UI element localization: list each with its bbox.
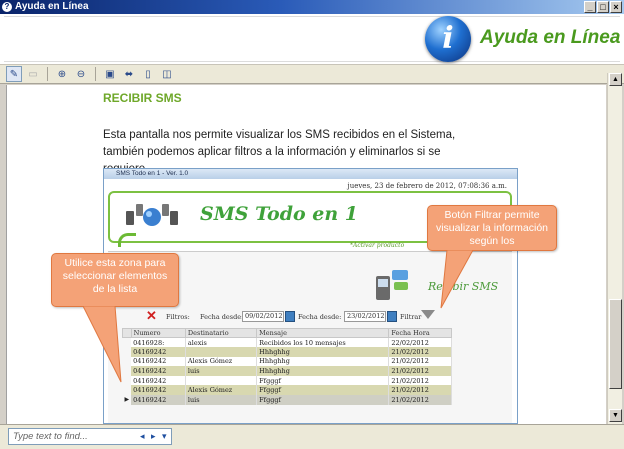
- column-header-fecha: Fecha Hora: [388, 328, 452, 338]
- cell-fecha: 21/02/2012: [388, 385, 452, 396]
- table-header-row: Numero Destinatario Mensaje Fecha Hora: [122, 328, 452, 338]
- minimize-button[interactable]: _: [584, 1, 596, 13]
- callout-select-zone: Utilice esta zona para seleccionar eleme…: [51, 253, 179, 307]
- two-page-icon[interactable]: ◫: [159, 66, 175, 82]
- cell-destinatario: [185, 375, 258, 386]
- cell-destinatario: Alexis Gómez: [185, 385, 258, 396]
- table-row: 04169242 Ffgggf 21/02/2012: [122, 375, 452, 386]
- callout-tail-left: [82, 306, 122, 383]
- table-row: 04169242 Hhhghhg 21/02/2012: [122, 347, 452, 357]
- fit-page-icon[interactable]: ▣: [102, 66, 118, 82]
- cell-mensaje: Ffgggf: [256, 395, 390, 405]
- column-header-destinatario: Destinatario: [184, 328, 258, 338]
- scroll-thumb[interactable]: [609, 299, 622, 389]
- find-prev-icon[interactable]: ◂: [140, 429, 145, 443]
- toolbar-separator: [47, 67, 48, 81]
- cell-destinatario: [185, 347, 258, 357]
- fecha-desde-label: Fecha desde:: [200, 313, 244, 321]
- window-controls: _ □ ×: [584, 1, 622, 13]
- filter-funnel-icon: [421, 310, 435, 319]
- find-input[interactable]: Type text to find...: [8, 428, 172, 445]
- window-title: Ayuda en Línea: [15, 1, 89, 12]
- close-button[interactable]: ×: [610, 1, 622, 13]
- filters-label: Filtros:: [166, 313, 190, 321]
- viewer-toolbar: ✎ ▭ ⊕ ⊖ ▣ ⬌ ▯ ◫: [0, 64, 624, 84]
- row-marker: [122, 385, 132, 396]
- cell-mensaje: Ffgggf: [256, 385, 390, 396]
- table-row: 04169242 Alexis Gómez Hhhghhg 21/02/2012: [122, 356, 452, 367]
- section-title: RECIBIR SMS: [103, 91, 182, 105]
- cell-fecha: 21/02/2012: [388, 375, 452, 386]
- back-arrow-icon: [118, 233, 136, 247]
- find-options-icon[interactable]: ▾: [162, 429, 167, 443]
- help-title: Ayuda en Línea: [480, 27, 621, 48]
- vertical-scrollbar[interactable]: ▲ ▼: [607, 73, 622, 424]
- column-header-numero: Numero: [130, 328, 186, 338]
- window-titlebar: ? Ayuda en Línea _ □ ×: [0, 0, 624, 14]
- cell-mensaje: Hhhghhg: [256, 366, 390, 376]
- document-view: RECIBIR SMS Esta pantalla nos permite vi…: [6, 85, 606, 424]
- table-row: 0416928: alexis Recibidos los 10 mensaje…: [122, 337, 452, 348]
- cell-fecha: 21/02/2012: [388, 356, 452, 367]
- cell-numero: 04169242: [131, 366, 186, 376]
- help-header: i Ayuda en Línea: [0, 14, 624, 64]
- zoom-in-icon[interactable]: ⊕: [54, 66, 70, 82]
- cell-destinatario: luis: [185, 366, 258, 376]
- help-app-icon: ?: [2, 2, 12, 12]
- back-icon[interactable]: ▭: [25, 66, 41, 82]
- cell-numero: 04169242: [131, 347, 186, 357]
- cell-mensaje: Hhhghhg: [256, 356, 390, 367]
- shot-app-title: SMS Todo en 1: [200, 203, 359, 225]
- shot-activar-link: *Activar producto: [350, 242, 405, 249]
- scroll-down-icon[interactable]: ▼: [609, 409, 622, 422]
- cell-fecha: 21/02/2012: [388, 366, 452, 376]
- shot-window-title: SMS Todo en 1 - Ver. 1.0: [104, 169, 517, 179]
- cell-fecha: 21/02/2012: [388, 347, 452, 357]
- date-to-field: 23/02/2012: [344, 311, 386, 322]
- cell-numero: 0416928:: [131, 337, 186, 348]
- cell-numero: 04169242: [131, 385, 186, 396]
- cell-fecha: 21/02/2012: [388, 395, 452, 405]
- table-row: 04169242 luis Hhhghhg 21/02/2012: [122, 366, 452, 376]
- cell-numero: 04169242: [131, 395, 186, 405]
- cell-destinatario: alexis: [185, 337, 258, 348]
- sms-phone-icon: [376, 270, 408, 300]
- callout-tail-right: [440, 250, 474, 309]
- column-header-mensaje: Mensaje: [256, 328, 390, 338]
- zoom-out-icon[interactable]: ⊖: [73, 66, 89, 82]
- calendar-icon: [387, 311, 397, 322]
- delete-icon: ✕: [146, 308, 157, 323]
- cell-numero: 04169242: [131, 375, 186, 386]
- single-page-icon[interactable]: ▯: [140, 66, 156, 82]
- row-pointer-icon: ▶: [122, 395, 132, 405]
- scroll-up-icon[interactable]: ▲: [609, 73, 622, 86]
- cell-mensaje: Recibidos los 10 mensajes: [256, 337, 390, 348]
- filtrar-label: Filtrar: [400, 313, 422, 321]
- shot-filter-row: ✕ Filtros: Fecha desde: 09/02/2012 Fecha…: [108, 308, 512, 326]
- fecha-hasta-label: Fecha desde:: [298, 313, 342, 321]
- find-next-icon[interactable]: ▸: [151, 429, 156, 443]
- maximize-button[interactable]: □: [597, 1, 609, 13]
- info-icon: i: [425, 16, 471, 62]
- table-row-selected: ▶ 04169242 luis Ffgggf 21/02/2012: [122, 395, 452, 405]
- cell-mensaje: Hhhghhg: [256, 347, 390, 357]
- cell-numero: 04169242: [131, 356, 186, 367]
- fit-width-icon[interactable]: ⬌: [121, 66, 137, 82]
- cell-destinatario: Alexis Gómez: [185, 356, 258, 367]
- phones-globe-icon: [126, 204, 178, 226]
- toolbar-separator: [95, 67, 96, 81]
- hide-pane-icon[interactable]: ✎: [6, 66, 22, 82]
- shot-date: jueves, 23 de febrero de 2012, 07:08:36 …: [347, 182, 507, 190]
- cell-destinatario: luis: [185, 395, 258, 405]
- calendar-icon: [285, 311, 295, 322]
- cell-mensaje: Ffgggf: [256, 375, 390, 386]
- find-bar: Type text to find... ◂ ▸ ▾: [0, 424, 624, 449]
- date-from-field: 09/02/2012: [242, 311, 284, 322]
- callout-filter-button: Botón Filtrar permite visualizar la info…: [427, 205, 557, 251]
- table-row: 04169242 Alexis Gómez Ffgggf 21/02/2012: [122, 385, 452, 396]
- shot-sms-table: Numero Destinatario Mensaje Fecha Hora 0…: [122, 328, 452, 405]
- cell-fecha: 22/02/2012: [388, 337, 452, 348]
